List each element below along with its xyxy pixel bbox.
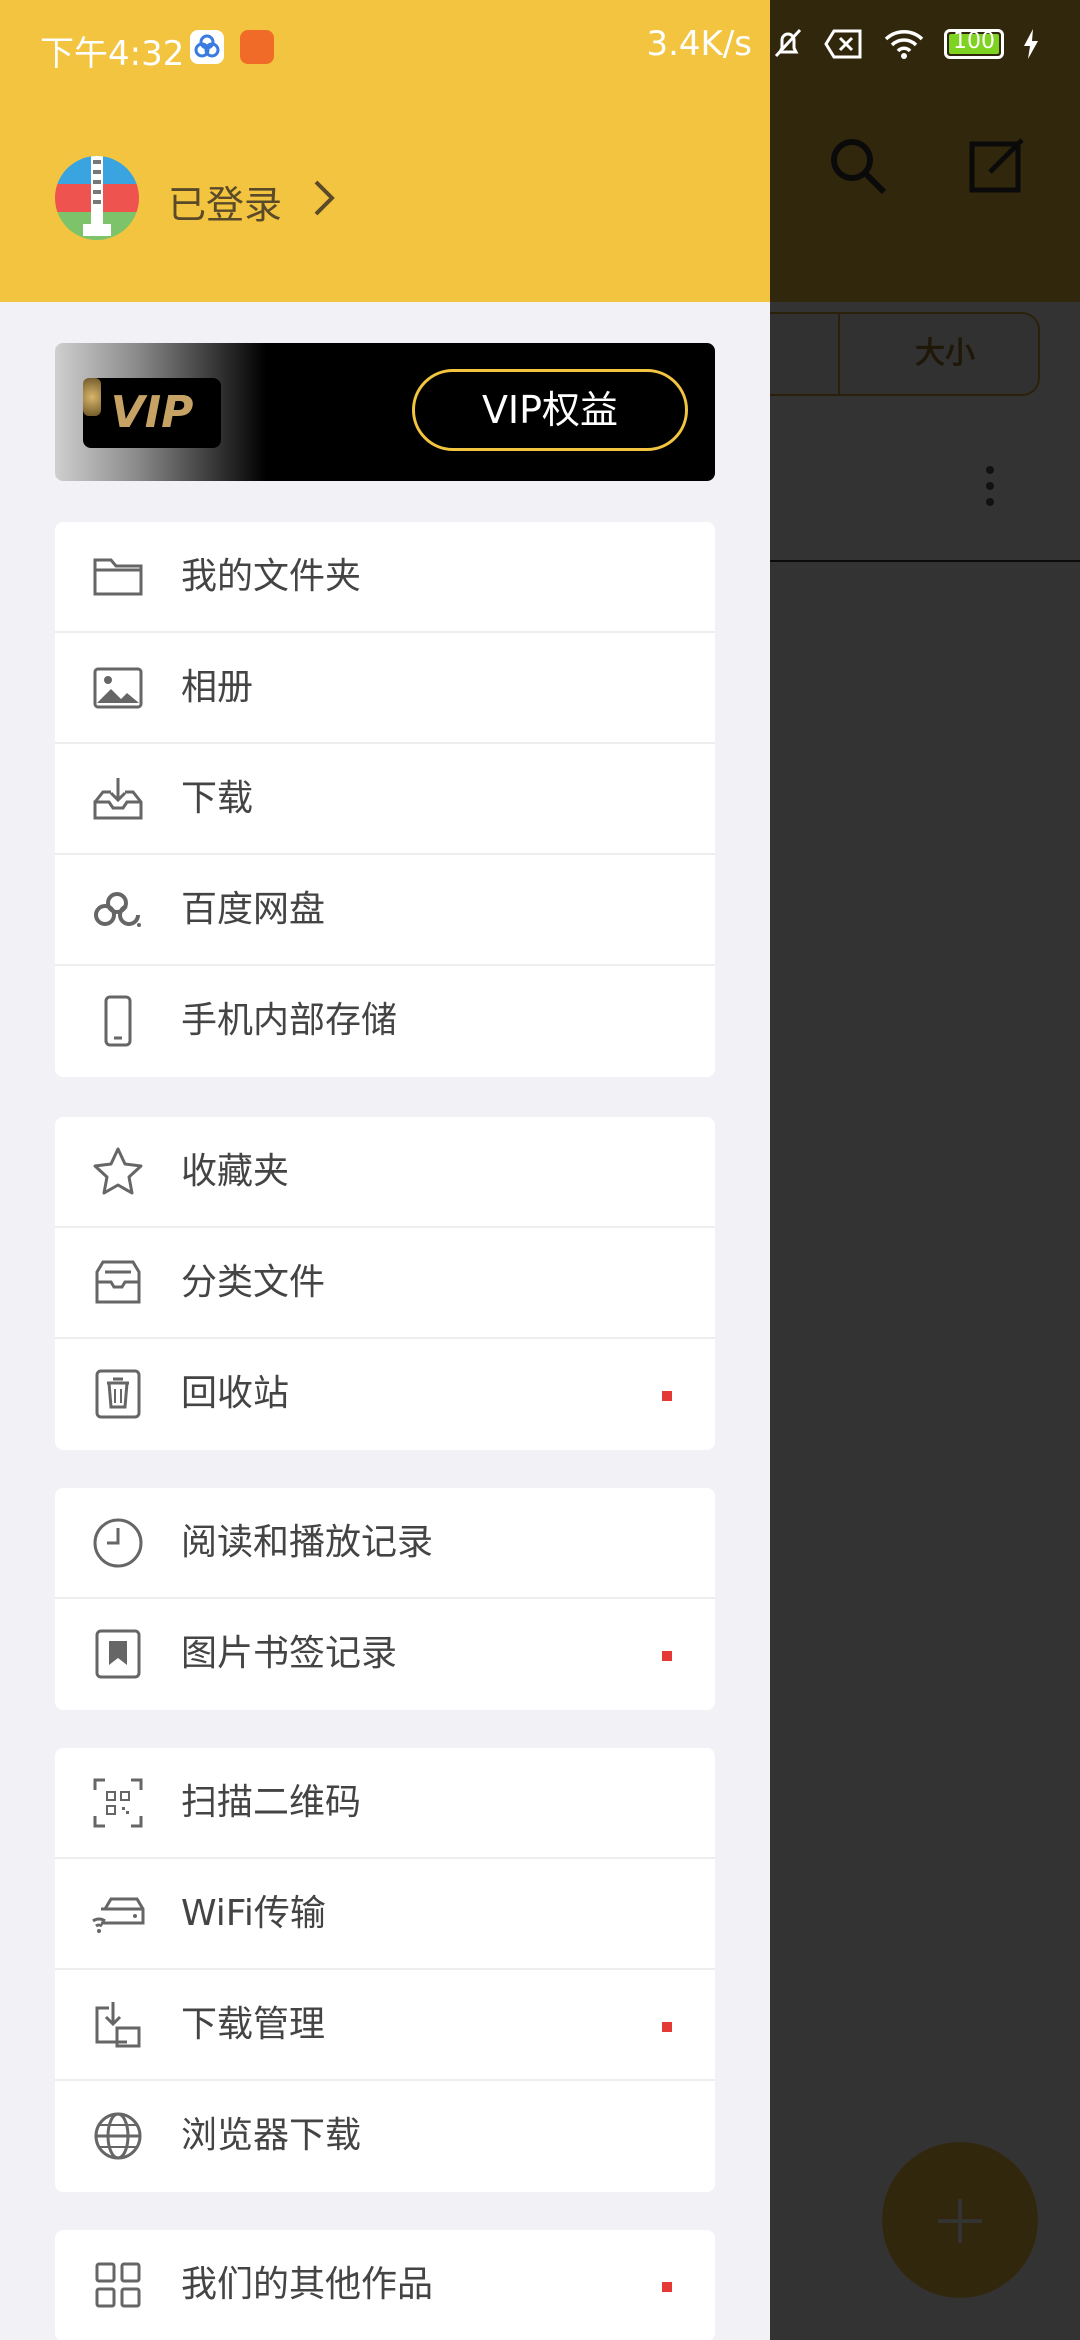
menu-group-storage: 我的文件夹 相册 下载 百度网盘 手机内部存储 [55, 522, 715, 1077]
new-badge [662, 2282, 672, 2292]
wifi-transfer-icon [92, 1897, 145, 1933]
menu-item-download-manager[interactable]: 下载管理 [55, 1970, 715, 2081]
category-box-icon [95, 1260, 141, 1304]
wifi-icon [884, 30, 924, 59]
app-notification-icon [240, 30, 274, 64]
download-manage-icon [95, 2002, 141, 2048]
menu-group-more: 我们的其他作品 [55, 2230, 715, 2340]
menu-item-wifi-transfer[interactable]: WiFi传输 [55, 1859, 715, 1970]
baidu-notification-icon [190, 30, 224, 64]
bookmark-icon [95, 1629, 141, 1679]
folder-icon [93, 558, 143, 596]
menu-item-internal-storage[interactable]: 手机内部存储 [55, 966, 715, 1077]
menu-item-label: 回收站 [181, 1373, 290, 1414]
menu-item-label: 下载 [181, 778, 254, 819]
menu-item-recycle-bin[interactable]: 回收站 [55, 1339, 715, 1450]
vip-benefits-button[interactable]: VIP权益 [412, 369, 688, 451]
avatar[interactable] [55, 156, 139, 240]
status-time: 下午4:32 [40, 34, 185, 74]
vip-badge: VIP [83, 378, 221, 448]
battery-icon: 100 [944, 29, 1004, 59]
charging-icon [1024, 29, 1038, 59]
globe-icon [94, 2112, 142, 2160]
menu-item-other-apps[interactable]: 我们的其他作品 [55, 2230, 715, 2340]
apps-grid-icon [95, 2262, 141, 2308]
menu-group-history: 阅读和播放记录 图片书签记录 [55, 1488, 715, 1710]
phone-icon [104, 995, 132, 1047]
menu-item-label: 分类文件 [181, 1262, 326, 1303]
menu-item-label: 百度网盘 [181, 889, 326, 930]
net-speed: 3.4K/s [646, 24, 752, 64]
menu-item-baidu-netdisk[interactable]: 百度网盘 [55, 855, 715, 966]
menu-item-read-play-history[interactable]: 阅读和播放记录 [55, 1488, 715, 1599]
menu-item-label: 图片书签记录 [181, 1633, 398, 1674]
menu-item-browser-download[interactable]: 浏览器下载 [55, 2081, 715, 2192]
new-badge [662, 1391, 672, 1401]
menu-item-label: 阅读和播放记录 [181, 1522, 434, 1563]
navigation-drawer: 已登录 VIP VIP权益 我的文件夹 相册 下载 百度网盘 手机内部存储 收藏… [0, 0, 770, 2340]
menu-item-downloads[interactable]: 下载 [55, 744, 715, 855]
baidu-cloud-icon [94, 892, 141, 927]
menu-item-label: 我们的其他作品 [181, 2264, 434, 2305]
menu-item-album[interactable]: 相册 [55, 633, 715, 744]
menu-item-categories[interactable]: 分类文件 [55, 1228, 715, 1339]
menu-item-label: 浏览器下载 [181, 2115, 362, 2156]
menu-item-favorites[interactable]: 收藏夹 [55, 1117, 715, 1228]
menu-item-label: WiFi传输 [181, 1893, 326, 1934]
menu-item-label: 我的文件夹 [181, 556, 362, 597]
inbox-download-icon [93, 778, 143, 820]
clock-icon [93, 1518, 143, 1568]
star-icon [93, 1147, 143, 1195]
menu-item-label: 相册 [181, 667, 254, 708]
vip-banner[interactable]: VIP VIP权益 [55, 343, 715, 481]
mute-icon [774, 28, 802, 58]
qr-scan-icon [93, 1778, 143, 1828]
new-badge [662, 2022, 672, 2032]
battery-level: 100 [953, 29, 995, 54]
menu-item-label: 手机内部存储 [181, 1000, 398, 1041]
menu-item-image-bookmarks[interactable]: 图片书签记录 [55, 1599, 715, 1710]
menu-item-scan-qr[interactable]: 扫描二维码 [55, 1748, 715, 1859]
menu-group-collections: 收藏夹 分类文件 回收站 [55, 1117, 715, 1450]
trash-icon [95, 1369, 141, 1419]
chevron-right-icon[interactable] [310, 178, 338, 218]
status-bar: 下午4:32 3.4K/s 100 [0, 0, 1080, 96]
menu-item-label: 收藏夹 [181, 1151, 290, 1192]
menu-item-label: 下载管理 [181, 2004, 326, 2045]
menu-item-label: 扫描二维码 [181, 1782, 362, 1823]
new-badge [662, 1651, 672, 1661]
no-sim-icon [824, 29, 862, 59]
menu-group-tools: 扫描二维码 WiFi传输 下载管理 浏览器下载 [55, 1748, 715, 2192]
login-status-text[interactable]: 已登录 [168, 174, 282, 229]
menu-item-my-folders[interactable]: 我的文件夹 [55, 522, 715, 633]
image-icon [93, 667, 143, 709]
